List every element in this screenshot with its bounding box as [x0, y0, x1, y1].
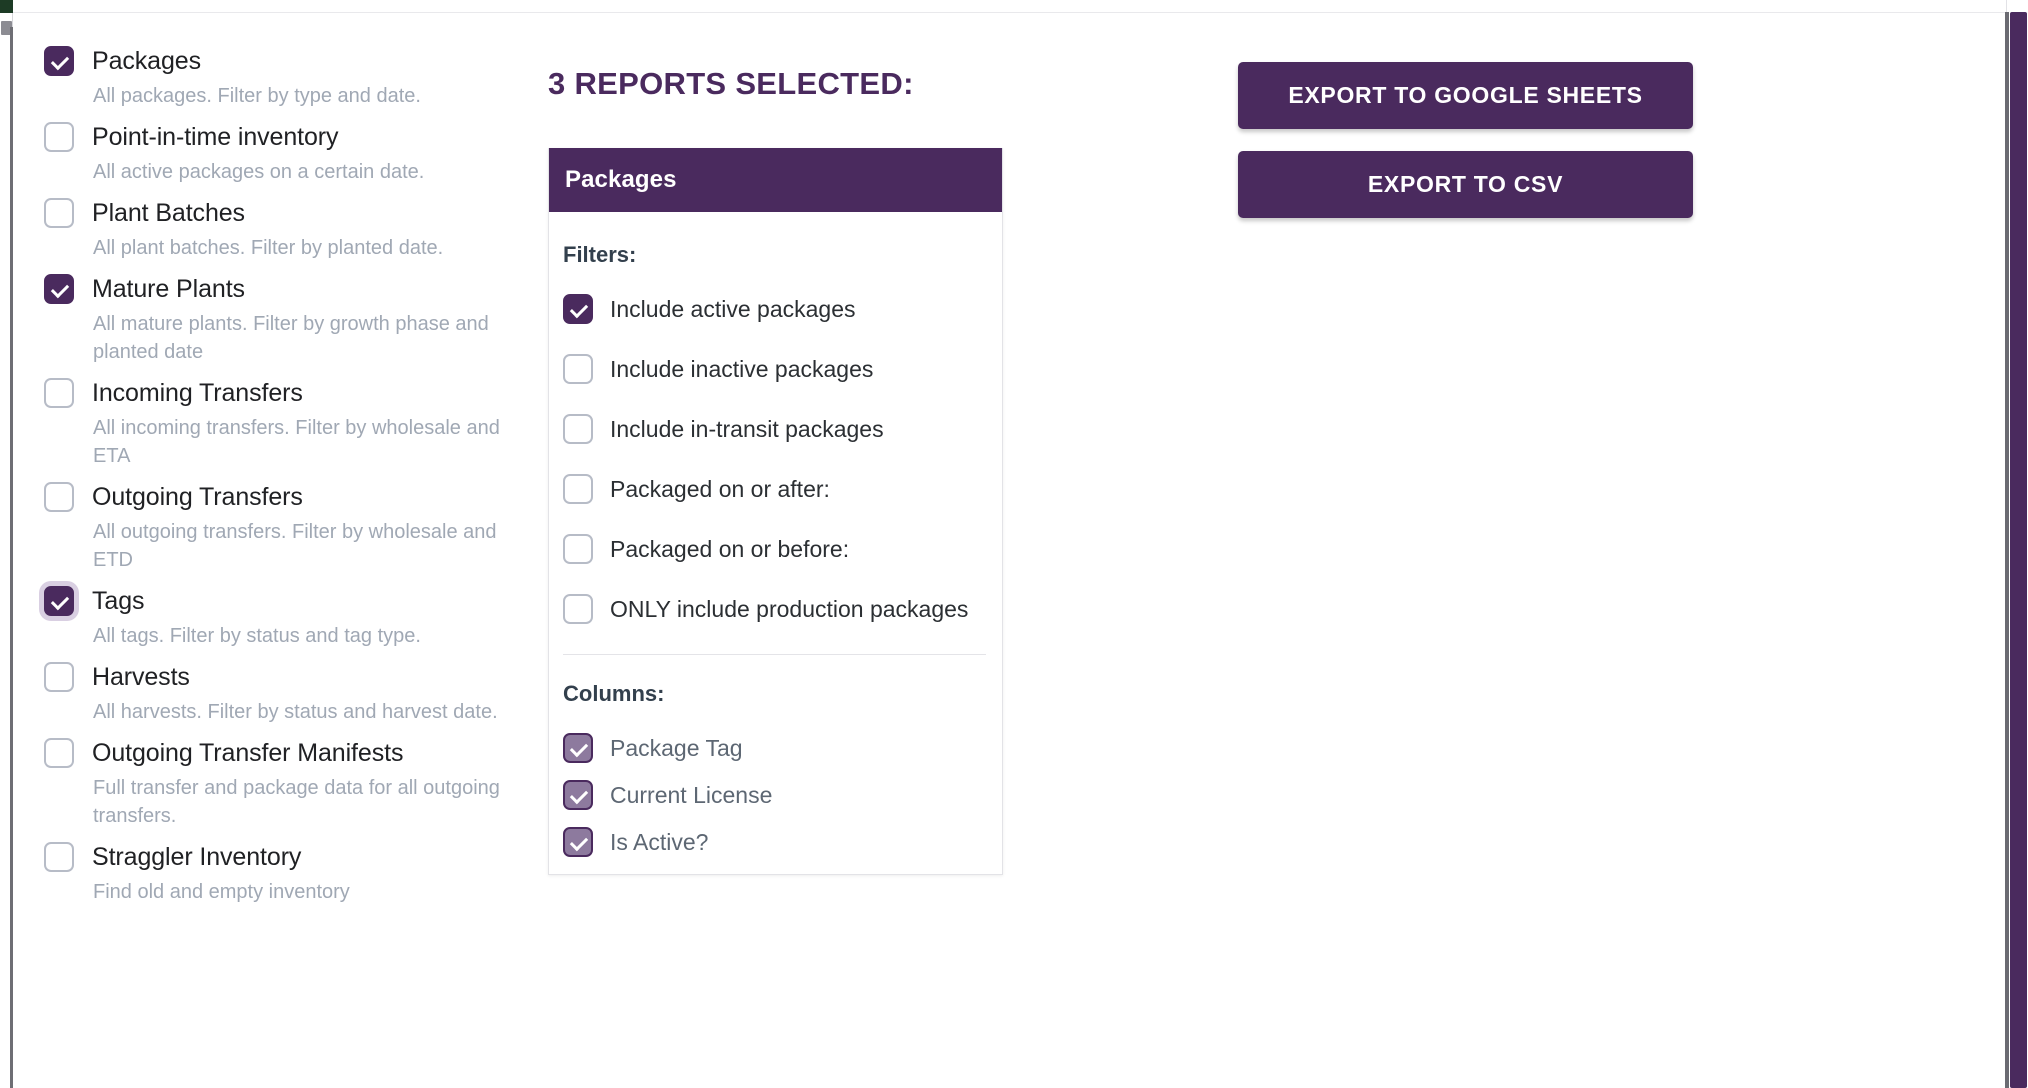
app-screen: Packages All packages. Filter by type and… — [0, 0, 2028, 1088]
filter-label: Include inactive packages — [610, 355, 874, 382]
filter-row[interactable]: Include active packages — [563, 294, 986, 324]
report-type-checkbox[interactable] — [44, 842, 74, 872]
report-type-label: Harvests — [92, 663, 190, 691]
report-type-checkbox[interactable] — [44, 122, 74, 152]
report-type-item: Packages All packages. Filter by type and… — [44, 44, 548, 110]
filter-label: Packaged on or before: — [610, 535, 850, 562]
filter-row[interactable]: ONLY include production packages — [563, 594, 986, 624]
filter-checkbox[interactable] — [563, 294, 593, 324]
filter-checkbox[interactable] — [563, 414, 593, 444]
report-card-title: Packages — [549, 148, 1002, 212]
report-type-checkbox[interactable] — [44, 198, 74, 228]
window-top-strip — [0, 0, 2028, 13]
report-type-description: All incoming transfers. Filter by wholes… — [93, 417, 500, 467]
report-type-label: Plant Batches — [92, 199, 245, 227]
column-label: Is Active? — [610, 828, 709, 855]
report-type-row[interactable]: Outgoing Transfers — [44, 480, 548, 514]
report-type-description: All tags. Filter by status and tag type. — [93, 625, 421, 647]
card-section-divider — [563, 654, 986, 655]
report-type-description: All mature plants. Filter by growth phas… — [93, 313, 489, 363]
report-type-row[interactable]: Straggler Inventory — [44, 840, 548, 874]
report-type-item: Plant Batches All plant batches. Filter b… — [44, 196, 548, 262]
report-type-label: Packages — [92, 47, 201, 75]
right-scrollbar-rail[interactable] — [2006, 0, 2028, 1088]
filter-label: Include active packages — [610, 295, 856, 322]
filter-row[interactable]: Packaged on or after: — [563, 474, 986, 504]
report-type-row[interactable]: Tags — [39, 581, 548, 621]
report-type-description: All active packages on a certain date. — [93, 161, 425, 183]
report-type-row[interactable]: Outgoing Transfer Manifests — [44, 736, 548, 770]
report-type-label: Outgoing Transfer Manifests — [92, 739, 404, 767]
report-type-checkbox[interactable] — [44, 46, 74, 76]
report-type-description: Find old and empty inventory — [93, 881, 350, 903]
report-type-checkbox[interactable] — [44, 586, 74, 616]
report-type-label: Point-in-time inventory — [92, 123, 339, 151]
report-type-description: All packages. Filter by type and date. — [93, 85, 421, 107]
export-to-csv-button[interactable]: EXPORT TO CSV — [1238, 151, 1693, 218]
filter-checkbox[interactable] — [563, 354, 593, 384]
report-type-item: Incoming Transfers All incoming transfers… — [44, 376, 548, 470]
report-type-item: Outgoing Transfers All outgoing transfers… — [44, 480, 548, 574]
report-type-item: Tags All tags. Filter by status and tag t… — [39, 581, 548, 650]
report-type-row[interactable]: Plant Batches — [44, 196, 548, 230]
report-type-checkbox[interactable] — [44, 662, 74, 692]
report-type-checkbox[interactable] — [44, 482, 74, 512]
report-type-row[interactable]: Packages — [44, 44, 548, 78]
left-rail-divider — [10, 27, 13, 1088]
column-checkbox[interactable] — [563, 827, 593, 857]
report-type-label: Mature Plants — [92, 275, 245, 303]
checkbox-focus-ring — [39, 581, 79, 621]
report-type-item: Mature Plants All mature plants. Filter b… — [44, 272, 548, 366]
report-card-body: Filters: Include active packages Include … — [549, 212, 1002, 857]
filter-row[interactable]: Include in-transit packages — [563, 414, 986, 444]
report-config-card: Packages Filters: Include active package… — [548, 148, 1003, 875]
filters-list: Include active packages Include inactive … — [563, 294, 986, 624]
column-checkbox[interactable] — [563, 733, 593, 763]
filter-checkbox[interactable] — [563, 594, 593, 624]
report-type-description: All plant batches. Filter by planted dat… — [93, 237, 444, 259]
column-row[interactable]: Is Active? — [563, 827, 986, 857]
report-type-row[interactable]: Incoming Transfers — [44, 376, 548, 410]
report-type-checkbox[interactable] — [44, 738, 74, 768]
selected-reports-panel: 3 REPORTS SELECTED: Packages Filters: In… — [548, 14, 1198, 1088]
column-row[interactable]: Current License — [563, 780, 986, 810]
report-type-description: All outgoing transfers. Filter by wholes… — [93, 521, 497, 571]
column-row[interactable]: Package Tag — [563, 733, 986, 763]
report-type-row[interactable]: Mature Plants — [44, 272, 548, 306]
filters-heading: Filters: — [563, 242, 637, 267]
report-type-sidebar: Packages All packages. Filter by type and… — [14, 14, 548, 1088]
report-type-row[interactable]: Harvests — [44, 660, 548, 694]
column-label: Package Tag — [610, 734, 743, 761]
column-label: Current License — [610, 781, 773, 808]
report-type-label: Outgoing Transfers — [92, 483, 303, 511]
report-type-row[interactable]: Point-in-time inventory — [44, 120, 548, 154]
report-type-item: Point-in-time inventory All active packag… — [44, 120, 548, 186]
right-scrollbar-thumb[interactable] — [2010, 12, 2027, 1088]
filter-checkbox[interactable] — [563, 474, 593, 504]
report-type-item: Straggler Inventory Find old and empty in… — [44, 840, 548, 906]
filter-label: Packaged on or after: — [610, 475, 830, 502]
report-type-label: Incoming Transfers — [92, 379, 303, 407]
columns-list: Package Tag Current License Is Active? — [563, 733, 986, 857]
page-content: Packages All packages. Filter by type and… — [14, 14, 2006, 1088]
report-type-label: Straggler Inventory — [92, 843, 302, 871]
export-to-google-sheets-button[interactable]: EXPORT TO GOOGLE SHEETS — [1238, 62, 1693, 129]
export-actions: EXPORT TO GOOGLE SHEETS EXPORT TO CSV — [1198, 14, 1718, 240]
report-type-checkbox[interactable] — [44, 274, 74, 304]
filter-checkbox[interactable] — [563, 534, 593, 564]
report-type-checkbox[interactable] — [44, 378, 74, 408]
report-type-description: Full transfer and package data for all o… — [93, 777, 500, 827]
column-checkbox[interactable] — [563, 780, 593, 810]
selected-reports-title: 3 REPORTS SELECTED: — [548, 66, 914, 101]
filter-row[interactable]: Packaged on or before: — [563, 534, 986, 564]
columns-heading: Columns: — [563, 681, 665, 706]
left-scrollbar-rail[interactable] — [0, 13, 13, 1088]
filter-row[interactable]: Include inactive packages — [563, 354, 986, 384]
report-type-item: Harvests All harvests. Filter by status a… — [44, 660, 548, 726]
filter-label: Include in-transit packages — [610, 415, 884, 442]
report-type-description: All harvests. Filter by status and harve… — [93, 701, 498, 723]
filter-label: ONLY include production packages — [610, 595, 969, 622]
report-type-item: Outgoing Transfer Manifests Full transfer… — [44, 736, 548, 830]
report-type-label: Tags — [92, 587, 145, 615]
